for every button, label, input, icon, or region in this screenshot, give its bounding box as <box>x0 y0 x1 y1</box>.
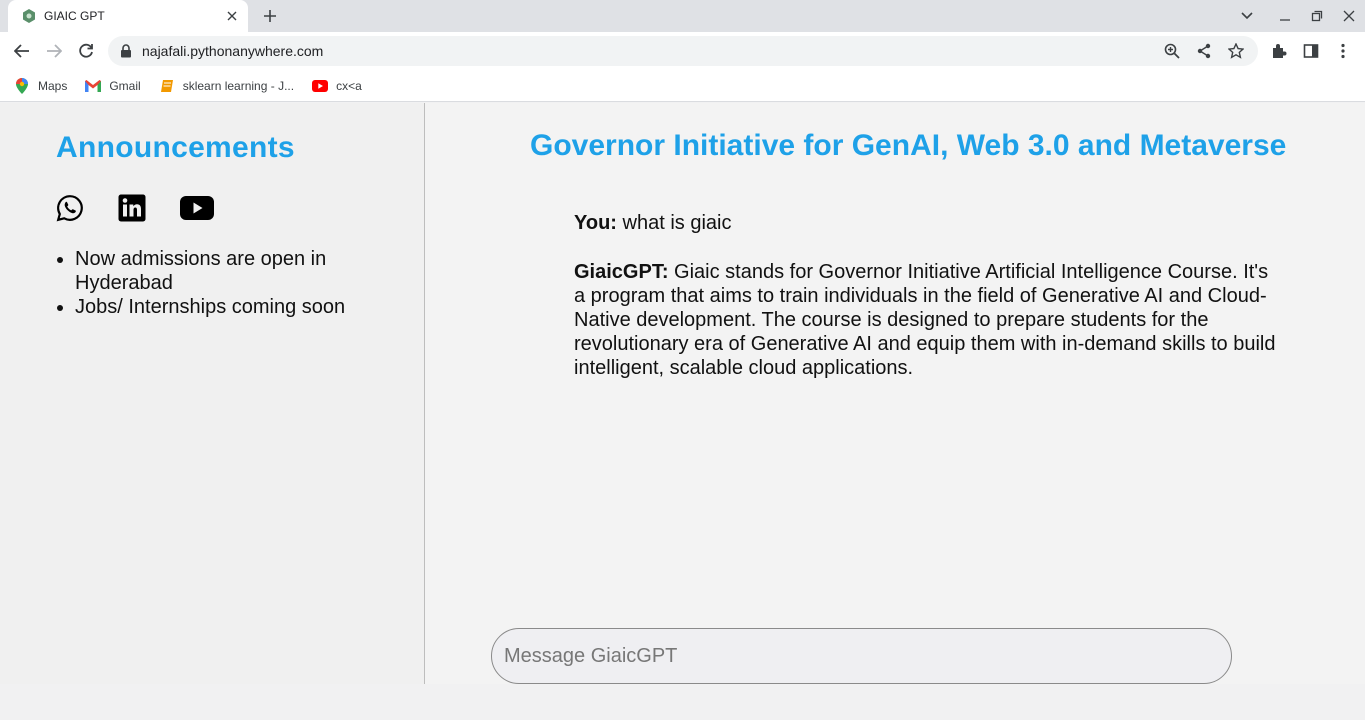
extensions-icon[interactable] <box>1263 39 1295 63</box>
bookmark-label: sklearn learning - J... <box>182 78 295 93</box>
browser-toolbar: najafali.pythonanywhere.com <box>0 32 1365 70</box>
tab-search-icon[interactable] <box>1231 0 1263 32</box>
page-title: Governor Initiative for GenAI, Web 3.0 a… <box>530 129 1287 162</box>
message-sender: GiaicGPT: <box>574 261 669 283</box>
linkedin-icon[interactable] <box>118 194 146 222</box>
announcements-sidebar: Announcements Now admissions are open in… <box>0 103 425 684</box>
whatsapp-icon[interactable] <box>56 194 84 222</box>
bookmark-label: Maps <box>38 78 68 93</box>
back-icon[interactable] <box>10 39 34 63</box>
close-tab-icon[interactable] <box>224 8 240 24</box>
minimize-icon[interactable] <box>1269 0 1301 32</box>
chat-log: You: what is giaic GiaicGPT: Giaic stand… <box>574 211 1279 405</box>
social-links <box>56 194 248 222</box>
bookmarks-bar: Maps Gmail sklearn learning - J... cx<a <box>0 70 1365 102</box>
bot-message: GiaicGPT: Giaic stands for Governor Init… <box>574 260 1279 380</box>
message-sender: You: <box>574 212 617 234</box>
restore-icon[interactable] <box>1301 0 1333 32</box>
gmail-icon <box>85 78 102 94</box>
bookmark-youtube[interactable]: cx<a <box>312 78 362 94</box>
chat-main: Governor Initiative for GenAI, Web 3.0 a… <box>425 103 1365 684</box>
maps-icon <box>14 77 30 94</box>
reload-icon[interactable] <box>74 39 98 63</box>
bookmark-label: cx<a <box>336 78 362 93</box>
menu-kebab-icon[interactable] <box>1327 39 1359 63</box>
user-message: You: what is giaic <box>574 211 1279 235</box>
zoom-icon[interactable] <box>1156 39 1188 63</box>
announcements-list: Now admissions are open in Hyderabad Job… <box>75 247 405 319</box>
tab-title: GIAIC GPT <box>44 9 105 23</box>
url-text[interactable]: najafali.pythonanywhere.com <box>142 43 1156 59</box>
bookmark-gmail[interactable]: Gmail <box>85 78 141 94</box>
address-bar[interactable]: najafali.pythonanywhere.com <box>108 36 1258 66</box>
site-favicon-icon <box>22 9 36 23</box>
tab-strip: GIAIC GPT <box>0 0 1365 32</box>
notebook-icon <box>159 78 175 94</box>
bookmark-label: Gmail <box>109 78 141 93</box>
share-icon[interactable] <box>1188 39 1220 63</box>
window-close-icon[interactable] <box>1333 0 1365 32</box>
bookmark-maps[interactable]: Maps <box>14 77 68 94</box>
message-input-container[interactable] <box>491 628 1232 684</box>
forward-icon[interactable] <box>42 39 66 63</box>
side-panel-icon[interactable] <box>1295 39 1327 63</box>
new-tab-icon[interactable] <box>259 5 281 27</box>
bookmark-star-icon[interactable] <box>1220 39 1252 63</box>
list-item: Jobs/ Internships coming soon <box>75 295 405 319</box>
message-text: what is giaic <box>622 212 732 234</box>
page-bottom <box>0 684 1365 720</box>
bookmark-sklearn[interactable]: sklearn learning - J... <box>159 78 294 94</box>
message-input[interactable] <box>504 644 1231 668</box>
message-text: Giaic stands for Governor Initiative Art… <box>574 261 1276 379</box>
list-item: Now admissions are open in Hyderabad <box>75 247 405 295</box>
lock-icon[interactable] <box>120 44 134 58</box>
announcements-title: Announcements <box>56 131 295 164</box>
youtube-icon <box>312 78 329 94</box>
youtube-icon[interactable] <box>180 194 214 222</box>
browser-tab[interactable]: GIAIC GPT <box>8 0 248 32</box>
